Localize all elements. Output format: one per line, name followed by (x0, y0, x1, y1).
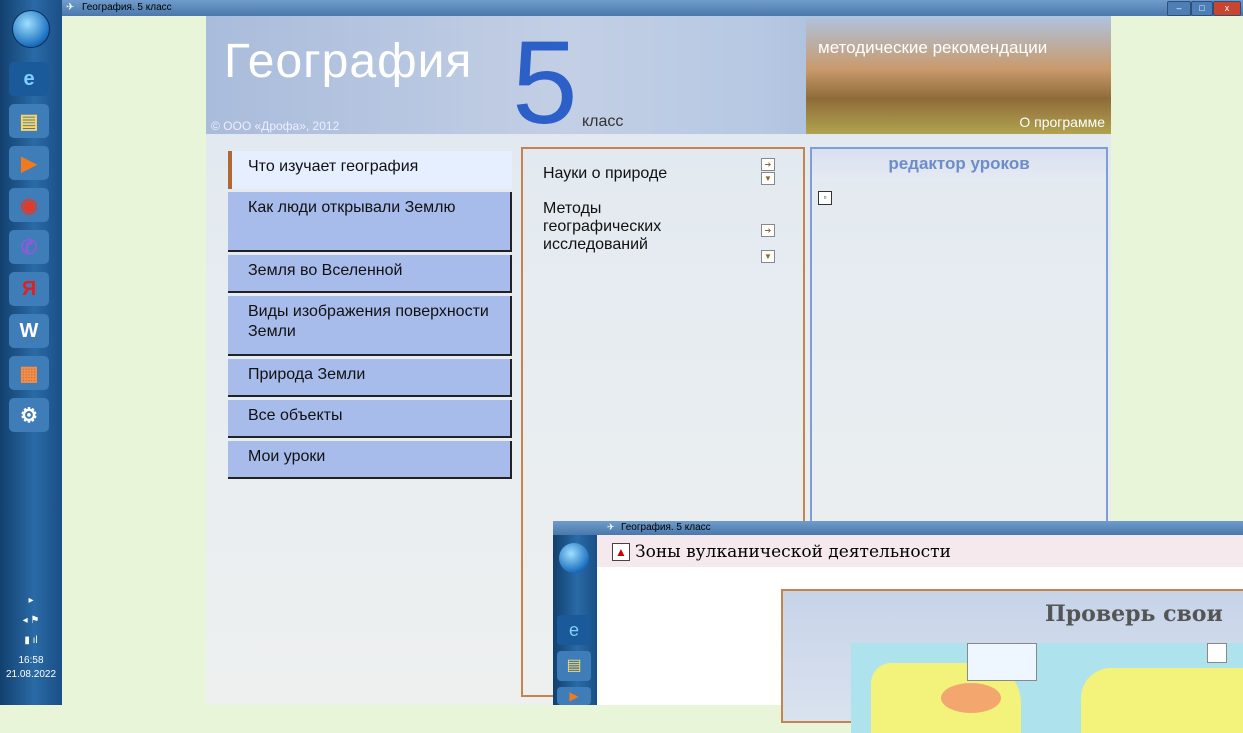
taskbar: e ▤ ▶ ◉ ✆ Я W ▦ ⚙ ▸ ◂ ⚑ ▮ ıl 16:58 21.08… (0, 0, 62, 705)
app-small-icon: ✈ (66, 2, 75, 13)
app-icon[interactable]: ⚙ (9, 398, 49, 432)
yandex-browser-icon[interactable]: Я (9, 272, 49, 306)
menu-item-label: Виды изображения поверхности Земли (248, 303, 489, 340)
tray-icons[interactable]: ◂ ⚑ (0, 615, 62, 626)
topic-item[interactable]: Науки о природе (543, 165, 733, 183)
menu-item-all-objects[interactable]: Все объекты (228, 400, 512, 438)
expand-down-icon[interactable]: ▼ (761, 250, 775, 263)
menu-item-universe[interactable]: Земля во Вселенной (228, 255, 512, 293)
overlay-titlebar[interactable]: ✈ География. 5 класс (553, 521, 1243, 535)
open-arrow-icon[interactable]: ➔ (761, 224, 775, 237)
answer-box[interactable] (1207, 643, 1227, 663)
overlay-window-title: География. 5 класс (621, 522, 711, 533)
windows-start-icon[interactable] (12, 10, 50, 48)
internet-explorer-icon[interactable]: e (557, 615, 591, 645)
menu-item-label: Земля во Вселенной (248, 262, 403, 279)
volcano-icon: ▲ (612, 543, 630, 561)
window-titlebar[interactable]: ✈ География. 5 класс – □ x (62, 0, 1243, 16)
media-player-icon[interactable]: ▶ (557, 687, 591, 705)
open-arrow-icon[interactable]: ➔ (761, 158, 775, 171)
menu-item-my-lessons[interactable]: Мои уроки (228, 441, 512, 479)
file-explorer-icon[interactable]: ▤ (557, 651, 591, 681)
menu-item-label: Как люди открывали Землю (248, 199, 456, 216)
clock-date[interactable]: 21.08.2022 (0, 669, 62, 680)
menu-item-discovery[interactable]: Как люди открывали Землю (228, 192, 512, 252)
window-title: География. 5 класс (82, 2, 172, 13)
file-explorer-icon[interactable]: ▤ (9, 104, 49, 138)
maximize-button[interactable]: □ (1191, 1, 1213, 16)
copyright: © ООО «Дрофа», 2012 (211, 119, 340, 133)
menu-item-label: Что изучает география (248, 158, 419, 175)
media-player-icon[interactable]: ▶ (9, 146, 49, 180)
answer-box[interactable] (967, 643, 1037, 681)
tray-network-icon[interactable]: ▮ ıl (0, 635, 62, 646)
editor-title: редактор уроков (812, 149, 1106, 181)
topic-item[interactable]: Методы географических исследований (543, 200, 693, 254)
world-map[interactable] (851, 643, 1243, 733)
app-small-icon: ✈ (607, 522, 615, 532)
internet-explorer-icon[interactable]: e (9, 62, 49, 96)
new-document-icon[interactable]: ▫ (818, 191, 832, 205)
volcanic-zone (941, 683, 1001, 713)
methodic-link[interactable]: методические рекомендации (818, 38, 1047, 58)
quiz-title: Проверь свои (1045, 601, 1223, 627)
chrome-icon[interactable]: ◉ (9, 188, 49, 222)
menu-item-what-geography[interactable]: Что изучает география (228, 151, 512, 189)
word-icon[interactable]: W (9, 314, 49, 348)
menu-item-surface-views[interactable]: Виды изображения поверхности Земли (228, 296, 512, 356)
menu-item-label: Все объекты (248, 407, 343, 424)
menu-item-label: Мои уроки (248, 448, 326, 465)
quiz-panel: Проверь свои (781, 589, 1243, 733)
about-link[interactable]: О программе (1019, 114, 1105, 130)
grade-number: 5 (512, 17, 578, 149)
overlay-window: ✈ География. 5 класс e ▤ ▶ ▲ Зоны вулкан… (553, 521, 1243, 733)
grade-word: класс (582, 113, 624, 130)
map-continent (1081, 668, 1243, 733)
overlay-taskbar: e ▤ ▶ (553, 535, 597, 705)
header-banner: География 5 класс © ООО «Дрофа», 2012 ме… (206, 16, 1111, 142)
presentation-icon[interactable]: ▦ (9, 356, 49, 390)
app-title: География (224, 35, 473, 88)
tray-arrow-icon[interactable]: ▸ (0, 595, 62, 606)
clock-time[interactable]: 16:58 (0, 655, 62, 666)
minimize-button[interactable]: – (1167, 1, 1191, 16)
lesson-title: Зоны вулканической деятельности (635, 542, 951, 562)
menu-item-nature[interactable]: Природа Земли (228, 359, 512, 397)
menu-item-label: Природа Земли (248, 366, 366, 383)
close-button[interactable]: x (1213, 1, 1241, 16)
windows-start-icon[interactable] (559, 543, 589, 573)
viber-icon[interactable]: ✆ (9, 230, 49, 264)
expand-down-icon[interactable]: ▼ (761, 172, 775, 185)
lesson-header: ▲ Зоны вулканической деятельности (597, 535, 1243, 567)
